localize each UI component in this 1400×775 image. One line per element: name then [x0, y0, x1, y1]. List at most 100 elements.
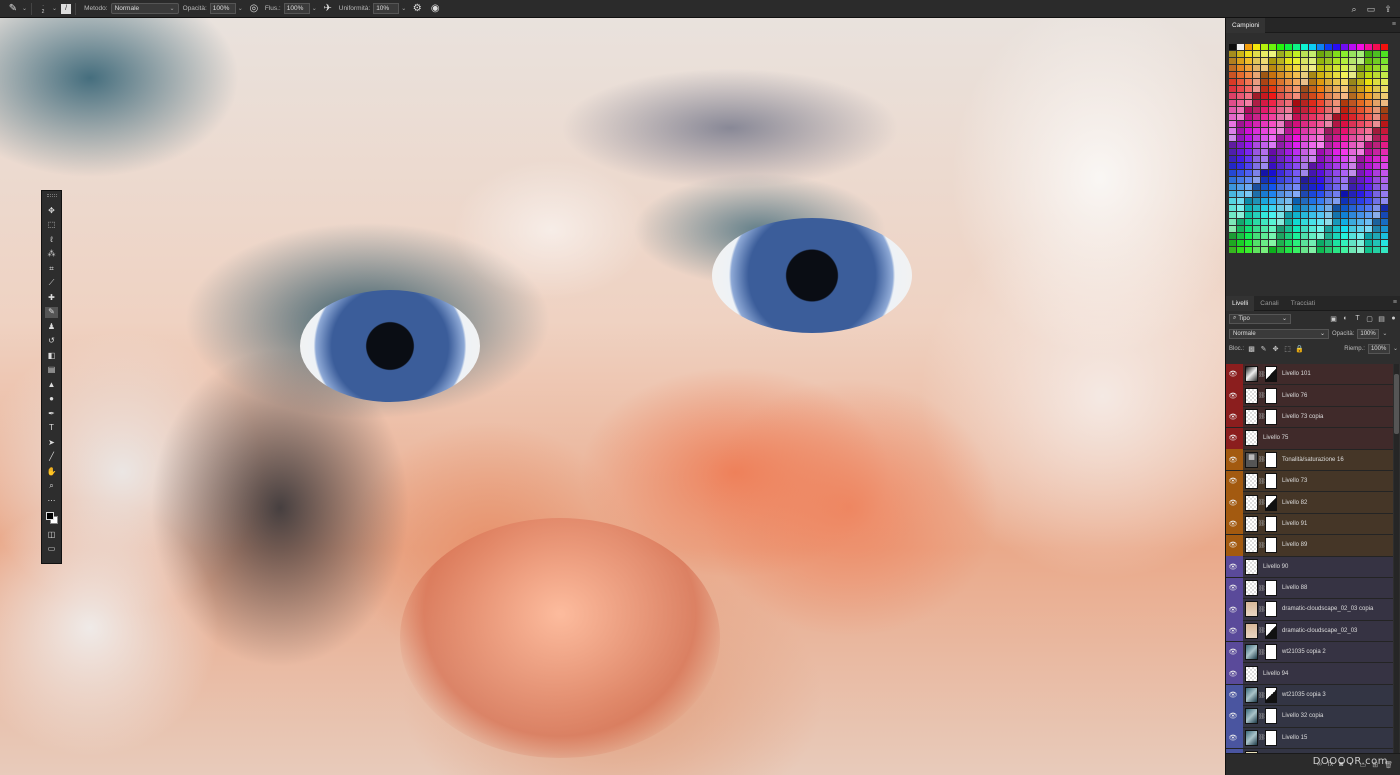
color-swatch[interactable] — [1301, 198, 1308, 204]
color-swatch[interactable] — [1317, 114, 1324, 120]
color-swatch[interactable] — [1309, 58, 1316, 64]
lock-all-icon[interactable]: 🔒 — [1295, 344, 1304, 353]
color-swatch[interactable] — [1333, 72, 1340, 78]
color-swatch[interactable] — [1293, 247, 1300, 253]
color-swatch[interactable] — [1277, 58, 1284, 64]
color-swatch[interactable] — [1253, 114, 1260, 120]
color-swatch[interactable] — [1381, 212, 1388, 218]
layer-thumbnail[interactable] — [1245, 494, 1258, 511]
color-swatch[interactable] — [1253, 135, 1260, 141]
color-swatch[interactable] — [1285, 128, 1292, 134]
color-swatch[interactable] — [1261, 100, 1268, 106]
color-swatch[interactable] — [1381, 128, 1388, 134]
color-swatch[interactable] — [1349, 93, 1356, 99]
color-swatch[interactable] — [1381, 240, 1388, 246]
color-swatch[interactable] — [1261, 163, 1268, 169]
layer-row[interactable]: 👁 ⛓ Livello 101 — [1226, 364, 1393, 386]
color-swatch[interactable] — [1341, 86, 1348, 92]
color-swatch[interactable] — [1253, 79, 1260, 85]
color-swatch[interactable] — [1269, 226, 1276, 232]
color-swatch[interactable] — [1245, 184, 1252, 190]
color-swatch[interactable] — [1341, 233, 1348, 239]
color-swatch[interactable] — [1333, 247, 1340, 253]
color-swatch[interactable] — [1333, 198, 1340, 204]
color-swatch[interactable] — [1373, 247, 1380, 253]
color-swatch[interactable] — [1381, 226, 1388, 232]
color-swatches[interactable] — [44, 510, 60, 526]
color-swatch[interactable] — [1309, 44, 1316, 50]
color-swatch[interactable] — [1381, 156, 1388, 162]
color-swatch[interactable] — [1309, 86, 1316, 92]
color-swatch[interactable] — [1357, 170, 1364, 176]
color-swatch[interactable] — [1245, 51, 1252, 57]
magic-wand-tool-icon[interactable]: ⁂ — [45, 249, 58, 260]
color-swatch[interactable] — [1349, 198, 1356, 204]
mask-link-icon[interactable]: ⛓ — [1258, 649, 1266, 656]
color-swatch[interactable] — [1357, 191, 1364, 197]
layer-thumbnail[interactable] — [1245, 558, 1258, 575]
color-swatch[interactable] — [1277, 79, 1284, 85]
color-swatch[interactable] — [1309, 156, 1316, 162]
color-swatch[interactable] — [1285, 247, 1292, 253]
color-swatch[interactable] — [1245, 128, 1252, 134]
color-swatch[interactable] — [1253, 65, 1260, 71]
color-swatch[interactable] — [1325, 93, 1332, 99]
color-swatch[interactable] — [1245, 121, 1252, 127]
color-swatch[interactable] — [1365, 198, 1372, 204]
color-swatch[interactable] — [1381, 177, 1388, 183]
gear-icon[interactable]: ⚙ — [410, 2, 424, 16]
color-swatch[interactable] — [1309, 107, 1316, 113]
color-swatch[interactable] — [1381, 170, 1388, 176]
color-swatch[interactable] — [1365, 233, 1372, 239]
color-swatch[interactable] — [1229, 107, 1236, 113]
color-swatch[interactable] — [1269, 212, 1276, 218]
color-swatch[interactable] — [1341, 121, 1348, 127]
clone-stamp-tool-icon[interactable]: ♟ — [45, 321, 58, 332]
color-swatch[interactable] — [1349, 107, 1356, 113]
color-swatch[interactable] — [1301, 107, 1308, 113]
color-swatch[interactable] — [1381, 198, 1388, 204]
color-swatch[interactable] — [1333, 191, 1340, 197]
mask-link-icon[interactable]: ⛓ — [1258, 606, 1266, 613]
visibility-eye-icon[interactable]: 👁 — [1226, 534, 1240, 556]
filter-pixel-icon[interactable]: ▣ — [1329, 314, 1338, 323]
layer-thumbnail[interactable] — [1245, 515, 1258, 532]
color-swatch[interactable] — [1325, 86, 1332, 92]
color-swatch[interactable] — [1277, 205, 1284, 211]
hand-tool-icon[interactable]: ✋ — [45, 466, 58, 477]
color-swatch[interactable] — [1261, 114, 1268, 120]
color-swatch[interactable] — [1301, 65, 1308, 71]
color-swatch[interactable] — [1341, 65, 1348, 71]
color-swatch[interactable] — [1261, 65, 1268, 71]
color-swatch[interactable] — [1333, 240, 1340, 246]
color-swatch[interactable] — [1245, 93, 1252, 99]
tab-swatches[interactable]: Campioni — [1226, 17, 1266, 33]
color-swatch[interactable] — [1277, 121, 1284, 127]
color-swatch[interactable] — [1341, 142, 1348, 148]
color-swatch[interactable] — [1237, 226, 1244, 232]
color-swatch[interactable] — [1293, 163, 1300, 169]
filter-adjustment-icon[interactable]: ◐ — [1341, 314, 1350, 323]
color-swatch[interactable] — [1269, 163, 1276, 169]
panel-menu-icon[interactable]: ≡ — [1393, 299, 1397, 306]
color-swatch[interactable] — [1333, 142, 1340, 148]
color-swatch[interactable] — [1293, 142, 1300, 148]
color-swatch[interactable] — [1285, 184, 1292, 190]
color-swatch[interactable] — [1349, 65, 1356, 71]
layer-row[interactable]: 👁 ▦ ⛓ Tonalità/saturazione 16 — [1226, 449, 1393, 471]
color-swatch[interactable] — [1229, 149, 1236, 155]
color-swatch[interactable] — [1333, 212, 1340, 218]
mask-link-icon[interactable]: ⛓ — [1258, 520, 1266, 527]
color-swatch[interactable] — [1333, 233, 1340, 239]
color-swatch[interactable] — [1357, 72, 1364, 78]
color-swatch[interactable] — [1229, 121, 1236, 127]
color-swatch[interactable] — [1269, 121, 1276, 127]
color-swatch[interactable] — [1333, 44, 1340, 50]
color-swatch[interactable] — [1261, 240, 1268, 246]
zoom-tool-icon[interactable]: ⌕ — [45, 481, 58, 492]
color-swatch[interactable] — [1293, 156, 1300, 162]
color-swatch[interactable] — [1245, 247, 1252, 253]
color-swatch[interactable] — [1325, 65, 1332, 71]
scrollbar-thumb[interactable] — [1394, 374, 1399, 434]
layer-filter-select[interactable]: ⌕ Tipo ⌄ — [1229, 313, 1291, 324]
